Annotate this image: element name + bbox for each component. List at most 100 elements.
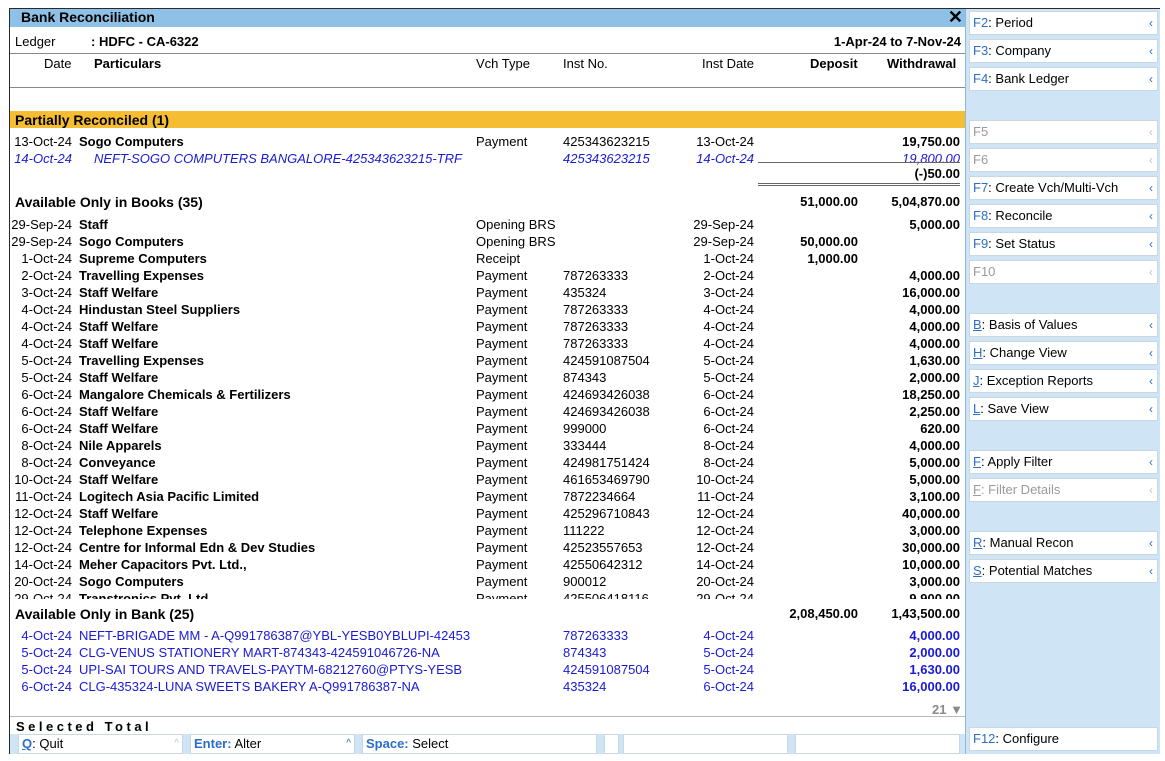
row-vch-type: Payment: [476, 574, 528, 589]
row-date: 5-Oct-24: [21, 353, 72, 368]
voucher-row[interactable]: 11-Oct-24 Logitech Asia Pacific Limited Pa…: [10, 488, 965, 505]
button-change-view[interactable]: H: Change View ‹: [969, 341, 1158, 365]
row-withdrawal: 19,800.00: [902, 151, 960, 166]
report-period[interactable]: 1-Apr-24 to 7-Nov-24: [834, 34, 961, 49]
col-inst-date-header: Inst Date: [702, 56, 755, 71]
row-particulars: Logitech Asia Pacific Limited: [79, 489, 260, 504]
button-company[interactable]: F3: Company ‹: [969, 39, 1158, 63]
row-date: 6-Oct-24: [21, 387, 72, 402]
voucher-row[interactable]: 10-Oct-24 Staff Welfare Payment 46165346979…: [10, 471, 965, 488]
voucher-row[interactable]: 5-Oct-24 Travelling Expenses Payment 424591…: [10, 352, 965, 369]
voucher-row[interactable]: 6-Oct-24 Mangalore Chemicals & Fertilizer…: [10, 386, 965, 403]
partially-reconciled-header[interactable]: Partially Reconciled (1): [10, 111, 965, 128]
row-inst-date: 12-Oct-24: [696, 540, 754, 555]
voucher-row[interactable]: 14-Oct-24 Meher Capacitors Pvt. Ltd., Paym…: [10, 556, 965, 573]
button-configure[interactable]: F12: Configure: [969, 727, 1158, 751]
row-inst-no: 461653469790: [563, 472, 650, 487]
voucher-row[interactable]: 20-Oct-24 Sogo Computers Payment 900012 20-O…: [10, 573, 965, 590]
bank-deposit-total: 2,08,450.00: [789, 606, 858, 621]
button-potential-matches[interactable]: S: Potential Matches ‹: [969, 559, 1158, 583]
row-date: 8-Oct-24: [21, 455, 72, 470]
button-f6[interactable]: F6 ‹: [969, 148, 1158, 172]
bank-section-title[interactable]: Available Only in Bank (25): [15, 606, 194, 622]
row-date: 5-Oct-24: [21, 370, 72, 385]
row-withdrawal: 40,000.00: [902, 506, 960, 521]
bank-statement-row[interactable]: 5-Oct-24 CLG-VENUS STATIONERY MART-874343…: [10, 644, 965, 661]
button-key: F12: [973, 731, 996, 746]
voucher-row[interactable]: 4-Oct-24 Hindustan Steel Suppliers Payment…: [10, 301, 965, 318]
voucher-row[interactable]: 12-Oct-24 Centre for Informal Edn & Dev S…: [10, 539, 965, 556]
chevron-left-icon: ‹: [1149, 536, 1153, 550]
row-particulars: NEFT-SOGO COMPUTERS BANGALORE-4253436232…: [94, 151, 462, 166]
row-inst-no: 424591087504: [563, 662, 650, 677]
row-date: 1-Oct-24: [21, 251, 72, 266]
ledger-value[interactable]: : HDFC - CA-6322: [91, 34, 199, 49]
select-button[interactable]: Space: Select: [362, 734, 597, 754]
row-particulars: Staff Welfare: [79, 319, 159, 334]
row-inst-no: 787263333: [563, 336, 629, 351]
chevron-left-icon: ‹: [1149, 44, 1153, 58]
button-create-vch-multi-vch[interactable]: F7: Create Vch/Multi-Vch ‹: [969, 176, 1158, 200]
button-label: : Company: [988, 43, 1052, 58]
voucher-row[interactable]: 6-Oct-24 Staff Welfare Payment 424693426038…: [10, 403, 965, 420]
row-withdrawal: 9,900.00: [909, 591, 960, 599]
voucher-row[interactable]: 3-Oct-24 Staff Welfare Payment 435324 3-Oct-…: [10, 284, 965, 301]
voucher-row[interactable]: 29-Sep-24 Staff Opening BRS 29-Sep-24 5,000.…: [10, 216, 965, 233]
voucher-row[interactable]: 6-Oct-24 Staff Welfare Payment 999000 6-Oct-…: [10, 420, 965, 437]
row-particulars: Telephone Expenses: [79, 523, 208, 538]
button-f10[interactable]: F10 ‹: [969, 260, 1158, 284]
button-key: F7: [973, 180, 989, 195]
quit-button[interactable]: Q: Quit ^: [18, 734, 183, 754]
button-set-status[interactable]: F9: Set Status ‹: [969, 232, 1158, 256]
difference-rule-bottom: [758, 183, 960, 184]
bank-statement-row[interactable]: 4-Oct-24 NEFT-BRIGADE MM - A-Q991786387@Y…: [10, 627, 965, 644]
button-f5[interactable]: F5 ‹: [969, 120, 1158, 144]
col-particulars-header: Particulars: [94, 56, 162, 71]
button-filter-details[interactable]: F: Filter Details ‹: [969, 478, 1158, 502]
voucher-row[interactable]: 12-Oct-24 Staff Welfare Payment 42529671084…: [10, 505, 965, 522]
alter-button[interactable]: Enter: Alter ^: [190, 734, 355, 754]
books-section-title[interactable]: Available Only in Books (35): [15, 194, 203, 210]
voucher-row[interactable]: 29-Oct-24 Transtronics Pvt. Ltd. Payment 42…: [10, 590, 965, 599]
bank-statement-row[interactable]: 14-Oct-24 NEFT-SOGO COMPUTERS BANGALORE-4…: [10, 150, 965, 167]
button-apply-filter[interactable]: F: Apply Filter ‹: [969, 450, 1158, 474]
row-inst-date: 6-Oct-24: [703, 387, 754, 402]
button-manual-recon[interactable]: R: Manual Recon ‹: [969, 531, 1158, 555]
button-reconcile[interactable]: F8: Reconcile ‹: [969, 204, 1158, 228]
voucher-row[interactable]: 13-Oct-24 Sogo Computers Payment 4253436232…: [10, 133, 965, 150]
button-bank-ledger[interactable]: F4: Bank Ledger ‹: [969, 67, 1158, 91]
voucher-row[interactable]: 1-Oct-24 Supreme Computers Receipt 1-Oct-24…: [10, 250, 965, 267]
difference-rule-bottom-double: [758, 185, 960, 186]
row-date: 10-Oct-24: [14, 472, 72, 487]
voucher-row[interactable]: 4-Oct-24 Staff Welfare Payment 787263333 4-O…: [10, 335, 965, 352]
bank-statement-row[interactable]: 5-Oct-24 UPI-SAI TOURS AND TRAVELS-PAYTM-…: [10, 661, 965, 678]
row-inst-no: 424591087504: [563, 353, 650, 368]
bank-statement-row[interactable]: 6-Oct-24 CLG-435324-LUNA SWEETS BAKERY A-…: [10, 678, 965, 695]
row-inst-date: 11-Oct-24: [697, 489, 754, 504]
chevron-up-icon: ^: [174, 738, 179, 749]
empty-slot: [623, 734, 788, 754]
voucher-row[interactable]: 2-Oct-24 Travelling Expenses Payment 787263…: [10, 267, 965, 284]
row-particulars: Nile Apparels: [79, 438, 162, 453]
button-key: F3: [973, 43, 989, 58]
voucher-row[interactable]: 29-Sep-24 Sogo Computers Opening BRS 29-Sep…: [10, 233, 965, 250]
row-vch-type: Payment: [476, 591, 528, 599]
voucher-row[interactable]: 12-Oct-24 Telephone Expenses Payment 111222…: [10, 522, 965, 539]
button-exception-reports[interactable]: J: Exception Reports ‹: [969, 369, 1158, 393]
row-date: 5-Oct-24: [21, 662, 72, 677]
voucher-row[interactable]: 8-Oct-24 Conveyance Payment 424981751424 8-O…: [10, 454, 965, 471]
voucher-row[interactable]: 4-Oct-24 Staff Welfare Payment 787263333 4-O…: [10, 318, 965, 335]
bank-list: 4-Oct-24 NEFT-BRIGADE MM - A-Q991786387@Y…: [10, 627, 965, 697]
more-rows-indicator[interactable]: 21 ▼: [932, 702, 963, 717]
row-vch-type: Payment: [476, 523, 528, 538]
row-date: 13-Oct-24: [14, 134, 72, 149]
voucher-row[interactable]: 5-Oct-24 Staff Welfare Payment 874343 5-Oct-…: [10, 369, 965, 386]
row-particulars: CLG-435324-LUNA SWEETS BAKERY A-Q9917863…: [79, 679, 420, 694]
button-key: F9: [973, 236, 989, 251]
voucher-row[interactable]: 8-Oct-24 Nile Apparels Payment 333444 8-Oct-…: [10, 437, 965, 454]
button-period[interactable]: F2: Period ‹: [969, 11, 1158, 35]
button-basis-of-values[interactable]: B: Basis of Values ‹: [969, 313, 1158, 337]
close-icon[interactable]: ✕: [948, 7, 963, 27]
row-inst-no: 425343623215: [563, 134, 650, 149]
button-save-view[interactable]: L: Save View ‹: [969, 397, 1158, 421]
